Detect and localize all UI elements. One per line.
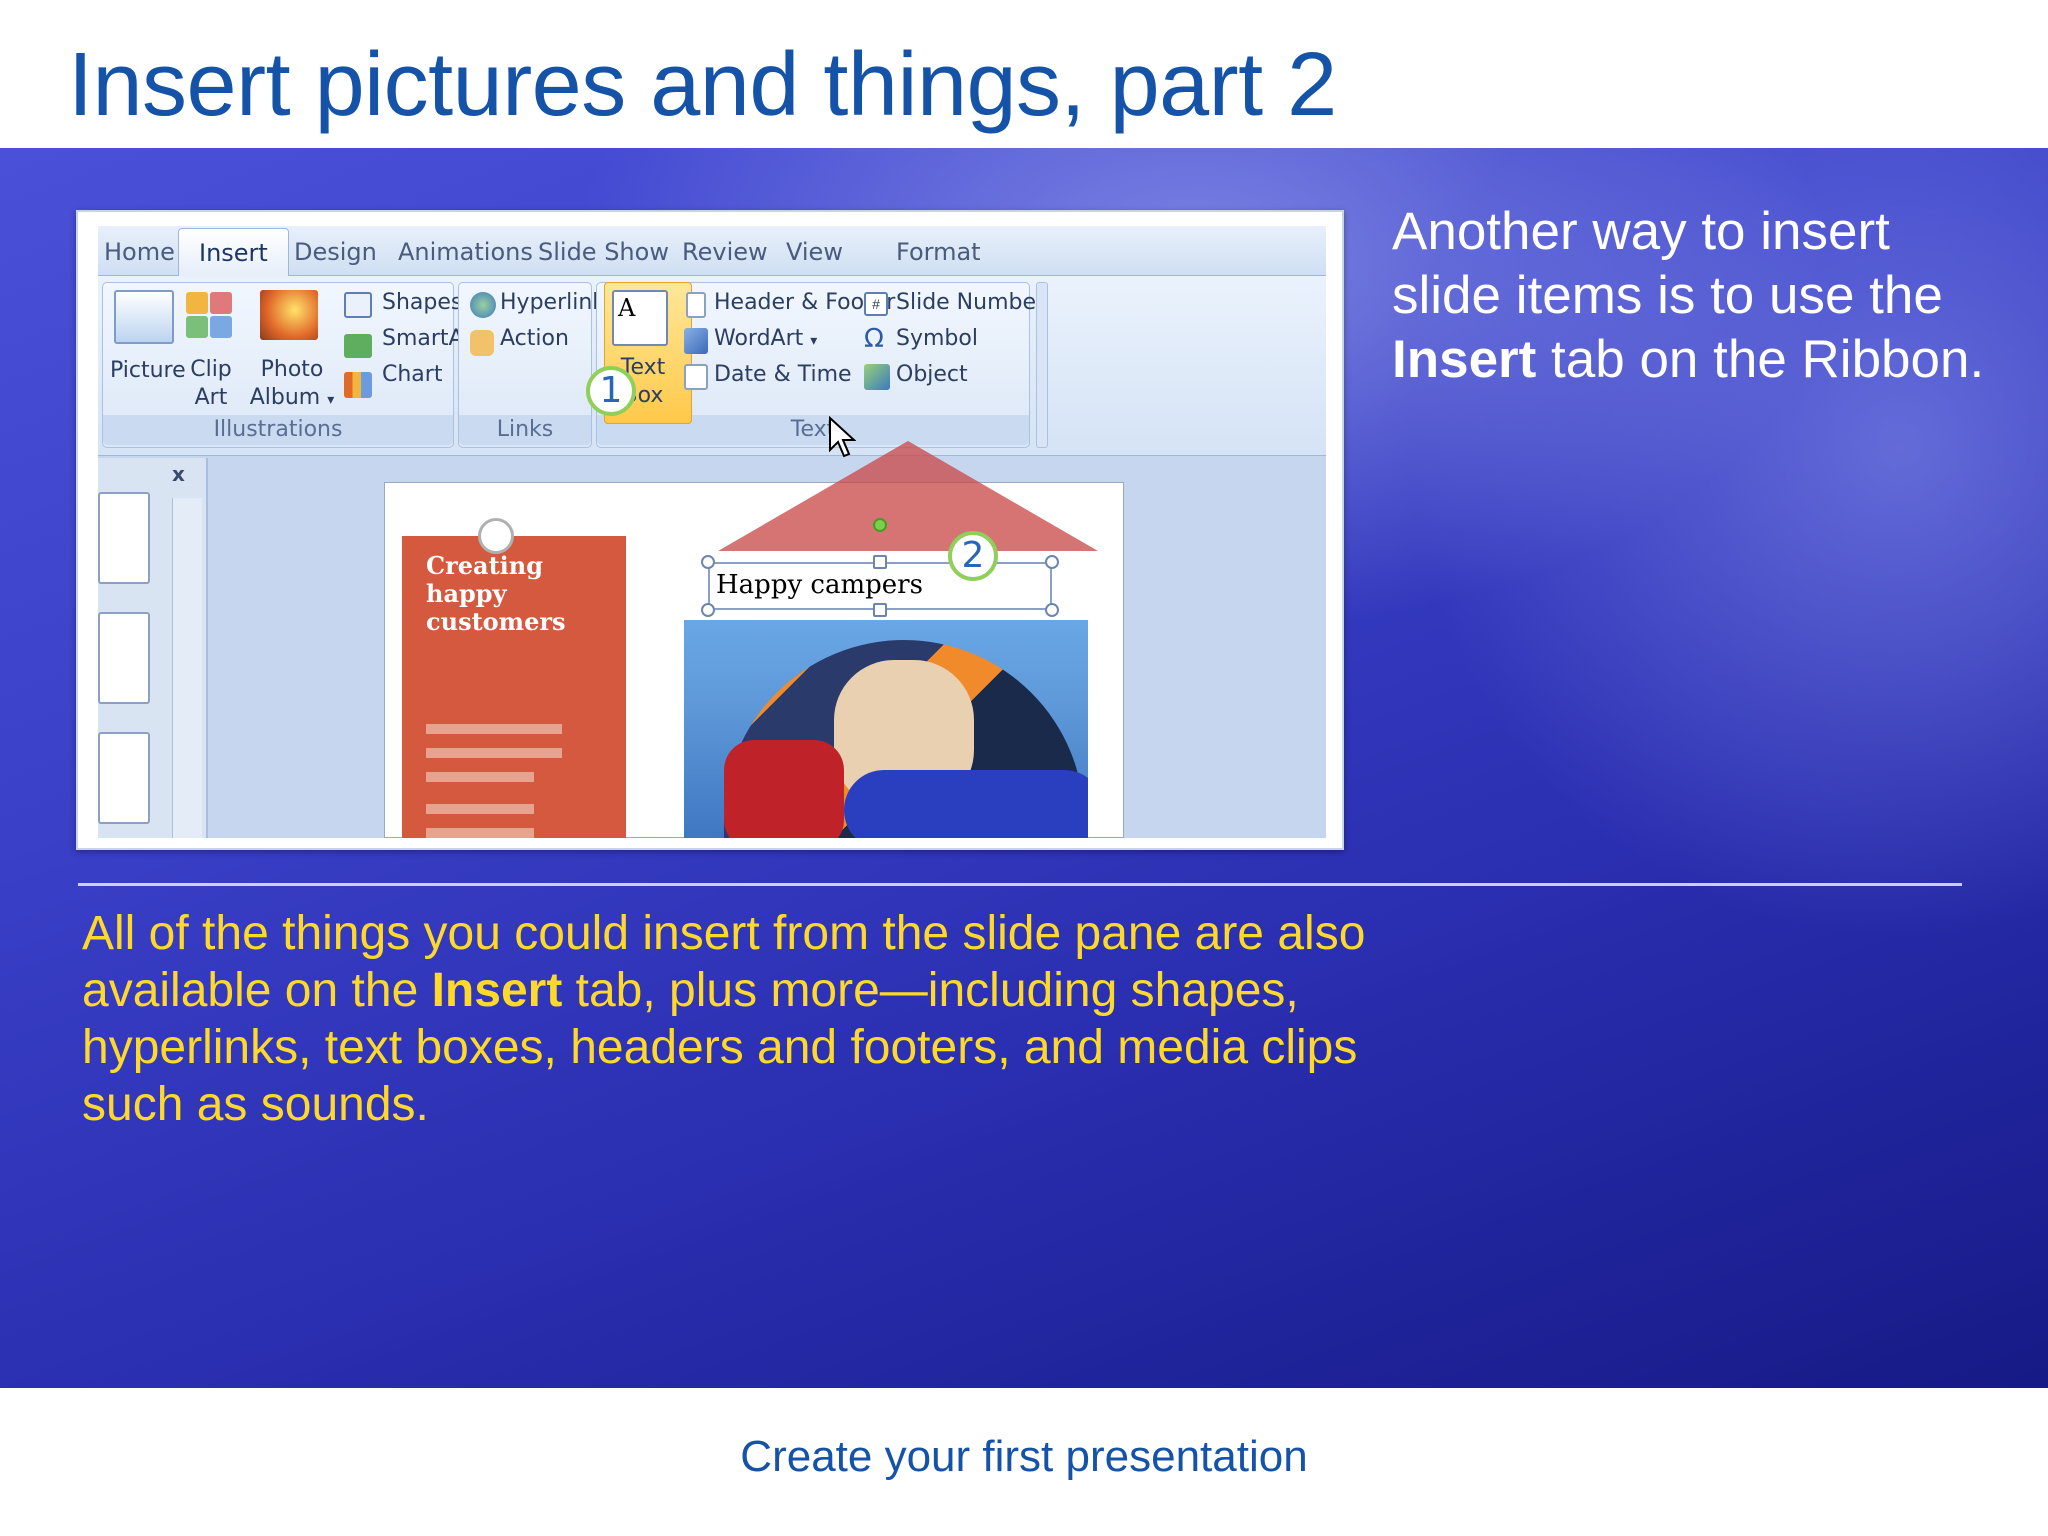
panel-line <box>426 748 562 758</box>
resize-handle[interactable] <box>701 555 715 569</box>
footer-text: Create your first presentation <box>740 1432 1308 1481</box>
chart-button[interactable]: Chart <box>382 362 442 387</box>
resize-handle[interactable] <box>701 603 715 617</box>
resize-handle[interactable] <box>1045 555 1059 569</box>
photo-album-icon <box>260 290 318 340</box>
clip-art-label-2: Art <box>194 385 228 410</box>
tab-slide-show[interactable]: Slide Show <box>538 238 669 266</box>
camping-photo <box>684 620 1088 838</box>
bottom-text: All of the things you could insert from … <box>82 905 1422 1133</box>
slide-number-icon: # <box>864 292 888 316</box>
globe-icon <box>470 292 496 318</box>
clip-art-label-1: Clip <box>190 357 232 382</box>
rotate-handle-panel[interactable] <box>478 518 514 554</box>
ribbon-screenshot: Home Insert Design Animations Slide Show… <box>76 210 1344 850</box>
group-label-links: Links <box>459 415 591 445</box>
resize-handle[interactable] <box>873 603 887 617</box>
close-icon[interactable]: x <box>172 462 185 486</box>
wordart-icon <box>684 328 708 354</box>
tab-animations[interactable]: Animations <box>398 238 533 266</box>
calendar-icon <box>684 364 708 390</box>
header-footer-icon <box>686 292 706 318</box>
tab-review[interactable]: Review <box>682 238 768 266</box>
photo-album-label-2: Album <box>249 385 321 410</box>
divider-line <box>78 883 1962 886</box>
sleeping-bag-shape <box>844 770 1088 838</box>
tab-format[interactable]: Format <box>896 238 981 266</box>
tab-design[interactable]: Design <box>294 238 377 266</box>
mouse-cursor-icon <box>829 416 856 458</box>
clip-art-icon-4 <box>210 316 232 338</box>
side-text-bold: Insert <box>1392 330 1537 389</box>
panel-line <box>426 828 534 838</box>
wordart-button[interactable]: WordArt ▾ <box>714 326 817 351</box>
panel-text-line: customers <box>426 607 566 636</box>
rotate-handle[interactable] <box>873 518 887 532</box>
caption-text: Happy campers <box>716 570 923 600</box>
clip-art-icon <box>186 292 208 314</box>
panel-line <box>426 804 534 814</box>
tab-view[interactable]: View <box>786 238 843 266</box>
chart-icon <box>344 372 372 398</box>
symbol-button[interactable]: Symbol <box>896 326 978 351</box>
slide-thumbnail[interactable] <box>98 732 150 824</box>
bottom-text-bold: Insert <box>431 964 563 1017</box>
group-label-illustrations: Illustrations <box>103 415 453 445</box>
clip-art-button[interactable]: Clip Art <box>186 356 236 412</box>
panel-text-line: happy <box>426 579 507 608</box>
powerpoint-window: Home Insert Design Animations Slide Show… <box>98 226 1326 838</box>
slide-thumbnail[interactable] <box>98 612 150 704</box>
side-text-part: Another way to insert slide items is to … <box>1392 202 1943 325</box>
slide-number-button[interactable]: Slide Number <box>896 290 1045 315</box>
object-icon <box>864 364 890 390</box>
tab-insert[interactable]: Insert <box>178 228 289 277</box>
hyperlink-button[interactable]: Hyperlink <box>500 290 605 315</box>
callout-one: 1 <box>586 366 636 416</box>
smartart-icon <box>344 334 372 358</box>
resize-handle[interactable] <box>873 555 887 569</box>
highlight-beam <box>718 441 1098 551</box>
slide-thumbnail[interactable] <box>98 492 150 584</box>
date-time-button[interactable]: Date & Time <box>714 362 852 387</box>
picture-button[interactable]: Picture <box>110 358 186 383</box>
photo-album-label-1: Photo <box>260 357 324 382</box>
action-button[interactable]: Action <box>500 326 569 351</box>
clip-art-icon-2 <box>210 292 232 314</box>
tab-home[interactable]: Home <box>104 238 175 266</box>
ribbon-tab-bar: Home Insert Design Animations Slide Show… <box>98 226 1326 277</box>
slide-title: Insert pictures and things, part 2 <box>68 35 1337 135</box>
omega-icon: Ω <box>864 324 884 354</box>
slide-panel-text: Creating happy customers <box>426 552 566 636</box>
chevron-down-icon: ▾ <box>327 392 335 408</box>
picture-icon <box>114 290 174 344</box>
panel-line <box>426 724 562 734</box>
side-text: Another way to insert slide items is to … <box>1392 200 1992 392</box>
text-box-icon: A <box>612 290 668 346</box>
chevron-down-icon: ▾ <box>810 333 818 349</box>
wordart-label: WordArt <box>714 326 804 351</box>
object-button[interactable]: Object <box>896 362 968 387</box>
side-text-part: tab on the Ribbon. <box>1536 330 1985 389</box>
ribbon-body: Illustrations Picture Clip Art Photo Alb… <box>98 276 1326 456</box>
thumbnail-scrollbar[interactable] <box>172 498 202 838</box>
shapes-icon <box>344 292 372 318</box>
backpack-shape <box>724 740 844 838</box>
clip-art-icon-3 <box>186 316 208 338</box>
resize-handle[interactable] <box>1045 603 1059 617</box>
ribbon-more-edge <box>1036 282 1048 448</box>
callout-two: 2 <box>948 531 998 581</box>
panel-text-line: Creating <box>426 551 543 580</box>
shapes-label: Shapes <box>382 290 463 315</box>
panel-line <box>426 772 534 782</box>
photo-album-button[interactable]: Photo Album ▾ <box>248 356 336 414</box>
action-icon <box>470 330 494 356</box>
